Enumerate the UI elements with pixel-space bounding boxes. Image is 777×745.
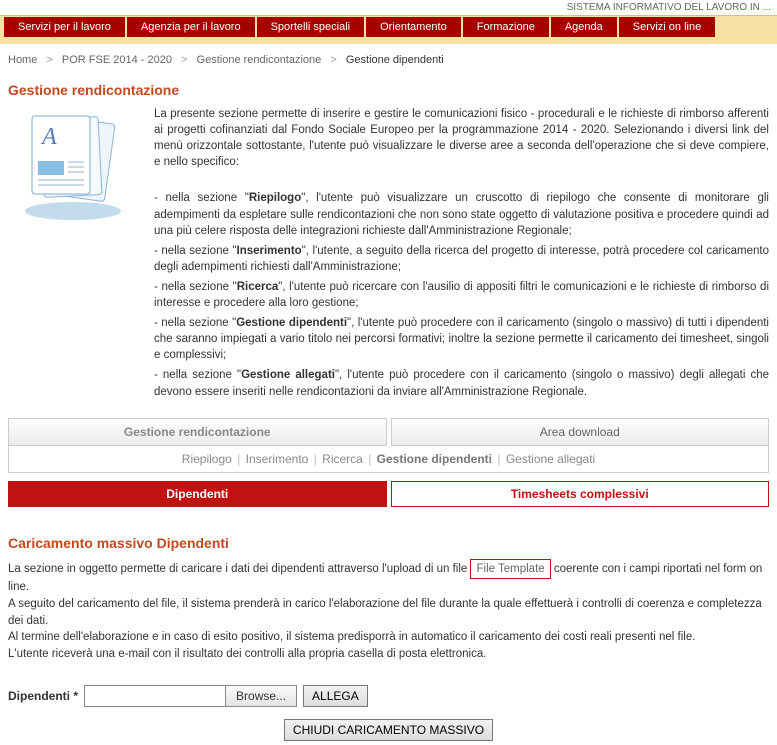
- section-subtitle: Caricamento massivo Dipendenti: [0, 507, 777, 559]
- tab-dipendenti[interactable]: Dipendenti: [8, 481, 387, 507]
- nav-agenzia-lavoro[interactable]: Agenzia per il lavoro: [127, 17, 255, 37]
- main-nav: Servizi per il lavoro Agenzia per il lav…: [0, 15, 777, 44]
- breadcrumb-item-gestrend[interactable]: Gestione rendicontazione: [197, 54, 322, 66]
- intro-bullet-ricerca: - nella sezione "Ricerca", l'utente può …: [154, 279, 769, 311]
- file-template-link[interactable]: File Template: [470, 559, 550, 580]
- breadcrumb-item-por[interactable]: POR FSE 2014 - 2020: [62, 54, 172, 66]
- breadcrumb-current: Gestione dipendenti: [346, 54, 444, 66]
- svg-text:A: A: [40, 124, 57, 150]
- subnav-gestall[interactable]: Gestione allegati: [506, 452, 595, 466]
- nav-agenda[interactable]: Agenda: [551, 17, 617, 37]
- subnav-gestdip[interactable]: Gestione dipendenti: [377, 452, 492, 466]
- body-text: La sezione in oggetto permette di carica…: [0, 559, 777, 663]
- subnav-ricerca[interactable]: Ricerca: [322, 452, 363, 466]
- close-mass-upload-button[interactable]: CHIUDI CARICAMENTO MASSIVO: [284, 719, 493, 741]
- documents-icon: A: [8, 106, 138, 226]
- subnav-riepilogo[interactable]: Riepilogo: [182, 452, 232, 466]
- attach-button[interactable]: ALLEGA: [303, 685, 368, 707]
- tab-gestione-rendicontazione[interactable]: Gestione rendicontazione: [8, 418, 387, 446]
- nav-orientamento[interactable]: Orientamento: [366, 17, 461, 37]
- file-input-text[interactable]: [85, 686, 225, 706]
- breadcrumb: Home > POR FSE 2014 - 2020 > Gestione re…: [0, 44, 777, 76]
- nav-servizi-lavoro[interactable]: Servizi per il lavoro: [4, 17, 125, 37]
- intro-bullet-riepilogo: - nella sezione "Riepilogo", l'utente pu…: [154, 190, 769, 238]
- file-input[interactable]: Browse...: [84, 685, 297, 707]
- intro-paragraph: La presente sezione permette di inserire…: [154, 106, 769, 170]
- subnav-inserimento[interactable]: Inserimento: [246, 452, 309, 466]
- breadcrumb-sep: >: [324, 54, 342, 66]
- browse-button[interactable]: Browse...: [225, 686, 296, 706]
- intro-bullet-inserimento: - nella sezione "Inserimento", l'utente,…: [154, 243, 769, 275]
- system-banner: SISTEMA INFORMATIVO DEL LAVORO IN ...: [0, 0, 777, 15]
- breadcrumb-item-home[interactable]: Home: [8, 54, 37, 66]
- nav-formazione[interactable]: Formazione: [463, 17, 549, 37]
- dipendenti-label: Dipendenti *: [8, 689, 78, 703]
- breadcrumb-sep: >: [40, 54, 58, 66]
- intro-text: La presente sezione permette di inserire…: [154, 106, 769, 404]
- nav-servizi-online[interactable]: Servizi on line: [619, 17, 715, 37]
- page-title: Gestione rendicontazione: [0, 76, 777, 106]
- tab-timesheets-complessivi[interactable]: Timesheets complessivi: [391, 481, 770, 507]
- tab-area-download[interactable]: Area download: [391, 418, 770, 446]
- nav-sportelli-speciali[interactable]: Sportelli speciali: [257, 17, 364, 37]
- breadcrumb-sep: >: [175, 54, 193, 66]
- sub-nav: Riepilogo | Inserimento | Ricerca | Gest…: [8, 446, 769, 473]
- intro-bullet-gestdip: - nella sezione "Gestione dipendenti", l…: [154, 315, 769, 363]
- intro-bullet-gestall: - nella sezione "Gestione allegati", l'u…: [154, 367, 769, 399]
